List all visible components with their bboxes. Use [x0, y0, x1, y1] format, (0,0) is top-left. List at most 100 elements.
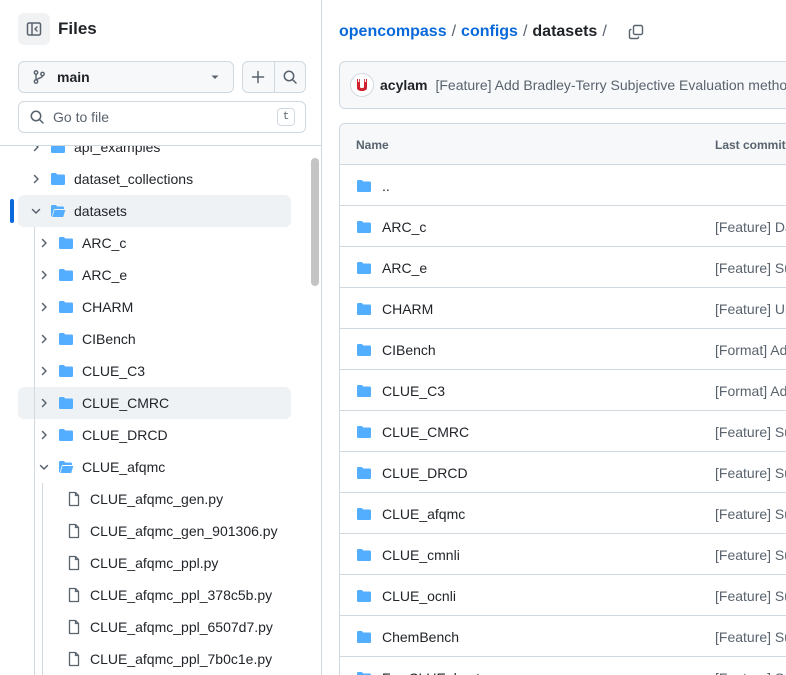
table-row[interactable]: CLUE_cmnli [Feature] Support [340, 534, 786, 575]
branch-selector-button[interactable]: main [18, 61, 234, 93]
tree-item-label: CLUE_afqmc [82, 459, 166, 475]
table-header: Name Last commit message [340, 124, 786, 165]
expand-toggle[interactable] [28, 146, 44, 155]
folder-icon-wrap [356, 424, 372, 440]
tree-item-folder[interactable]: ARC_e [0, 259, 310, 291]
folder-icon [51, 146, 65, 153]
table-row[interactable]: ChemBench [Feature] Support [340, 616, 786, 657]
table-row[interactable]: CLUE_ocnli [Feature] Support [340, 575, 786, 616]
tree-item-folder[interactable]: datasets [0, 195, 310, 227]
table-row[interactable]: ARC_e [Feature] Support [340, 247, 786, 288]
expand-toggle[interactable] [36, 331, 52, 347]
folder-icon-wrap [356, 506, 372, 522]
tree-item-folder[interactable]: ARC_c [0, 227, 310, 259]
last-commit-message[interactable]: [Format] Add [715, 342, 786, 358]
tree-item-folder[interactable]: api_examples [0, 146, 310, 163]
tree-item-folder[interactable]: CLUE_CMRC [0, 387, 310, 419]
collapse-sidebar-button[interactable] [18, 13, 50, 45]
breadcrumb-repo-link[interactable]: opencompass [339, 23, 447, 41]
chevron-right-icon [41, 238, 47, 248]
expand-toggle[interactable] [36, 459, 52, 475]
folder-icon [59, 269, 73, 281]
last-commit-message[interactable]: [Feature] Support [715, 260, 786, 276]
directory-link[interactable]: FewCLUE_bustm [382, 670, 492, 675]
tree-item-folder[interactable]: CLUE_DRCD [0, 419, 310, 451]
table-row[interactable]: FewCLUE_bustm [Feature] Support [340, 657, 786, 675]
breadcrumb-configs-link[interactable]: configs [461, 23, 518, 41]
last-commit-message[interactable]: [Feature] Support [715, 629, 786, 645]
breadcrumb: opencompass / configs / datasets / [339, 20, 648, 44]
last-commit-message[interactable]: [Feature] Support [715, 424, 786, 440]
table-row[interactable]: CLUE_C3 [Format] Add [340, 370, 786, 411]
git-branch-icon [33, 70, 45, 84]
table-row[interactable]: CLUE_afqmc [Feature] Support [340, 493, 786, 534]
expand-toggle[interactable] [36, 235, 52, 251]
folder-icon-wrap [58, 363, 74, 379]
table-row[interactable]: ARC_c [Feature] Dataset [340, 206, 786, 247]
directory-link[interactable]: CLUE_C3 [382, 383, 445, 399]
avatar[interactable] [350, 73, 374, 97]
folder-icon-wrap [356, 178, 372, 194]
add-file-button[interactable] [243, 62, 274, 92]
last-commit-message[interactable]: [Feature] Update [715, 301, 786, 317]
last-commit-message[interactable]: [Format] Add [715, 383, 786, 399]
folder-icon [357, 180, 371, 192]
tree-item-file[interactable]: CLUE_afqmc_ppl_7b0c1e.py [0, 643, 310, 675]
directory-link[interactable]: CLUE_ocnli [382, 588, 456, 604]
directory-link[interactable]: CLUE_cmnli [382, 547, 460, 563]
expand-toggle[interactable] [36, 299, 52, 315]
file-tree-sidebar: Files main t [0, 0, 322, 675]
last-commit-message[interactable]: [Feature] Support [715, 506, 786, 522]
copy-path-button[interactable] [624, 20, 648, 44]
tree-item-folder[interactable]: CHARM [0, 291, 310, 323]
directory-link[interactable]: CLUE_CMRC [382, 424, 469, 440]
tree-item-folder[interactable]: CIBench [0, 323, 310, 355]
tree-item-file[interactable]: CLUE_afqmc_ppl_378c5b.py [0, 579, 310, 611]
expand-toggle[interactable] [28, 171, 44, 187]
expand-toggle[interactable] [36, 427, 52, 443]
go-to-file-input[interactable] [53, 109, 277, 125]
table-row[interactable]: .. [340, 165, 786, 206]
tree-item-file[interactable]: CLUE_afqmc_ppl_6507d7.py [0, 611, 310, 643]
directory-link[interactable]: CHARM [382, 301, 433, 317]
folder-icon [59, 429, 73, 441]
expand-toggle[interactable] [36, 395, 52, 411]
directory-link[interactable]: ChemBench [382, 629, 459, 645]
folder-icon-wrap [58, 427, 74, 443]
folder-icon [357, 221, 371, 233]
last-commit-message[interactable]: [Feature] Support [715, 465, 786, 481]
directory-link[interactable]: CLUE_DRCD [382, 465, 468, 481]
tree-item-label: ARC_e [82, 267, 128, 283]
directory-link[interactable]: CIBench [382, 342, 436, 358]
tree-item-file[interactable]: CLUE_afqmc_ppl.py [0, 547, 310, 579]
folder-icon-wrap [356, 342, 372, 358]
tree-item-folder[interactable]: dataset_collections [0, 163, 310, 195]
tree-item-file[interactable]: CLUE_afqmc_gen.py [0, 483, 310, 515]
last-commit-message[interactable]: [Feature] Support [715, 588, 786, 604]
last-commit-message[interactable]: [Feature] Support [715, 547, 786, 563]
tree-scrollbar[interactable] [311, 158, 319, 286]
go-to-file-field[interactable]: t [18, 101, 306, 133]
tree-item-folder[interactable]: CLUE_afqmc [0, 451, 310, 483]
tree-item-label: CLUE_CMRC [82, 395, 170, 411]
expand-toggle[interactable] [28, 203, 44, 219]
last-commit-message[interactable]: [Feature] Support [715, 670, 786, 675]
directory-link[interactable]: ARC_e [382, 260, 427, 276]
directory-link[interactable]: CLUE_afqmc [382, 506, 465, 522]
last-commit-message[interactable]: [Feature] Dataset [715, 219, 786, 235]
expand-toggle[interactable] [36, 267, 52, 283]
tree-indent-guide [42, 483, 43, 515]
tree-item-folder[interactable]: CLUE_C3 [0, 355, 310, 387]
search-files-button[interactable] [273, 62, 305, 92]
tree-item-file[interactable]: CLUE_afqmc_gen_901306.py [0, 515, 310, 547]
table-row[interactable]: CLUE_CMRC [Feature] Support [340, 411, 786, 452]
parent-directory-link[interactable]: .. [382, 178, 390, 194]
table-row[interactable]: CLUE_DRCD [Feature] Support [340, 452, 786, 493]
commit-author[interactable]: acylam [380, 77, 427, 93]
directory-link[interactable]: ARC_c [382, 219, 426, 235]
commit-message[interactable]: [Feature] Add Bradley-Terry Subjective E… [435, 77, 786, 93]
table-row[interactable]: CHARM [Feature] Update [340, 288, 786, 329]
keyboard-shortcut-hint: t [277, 108, 295, 126]
table-row[interactable]: CIBench [Format] Add [340, 329, 786, 370]
expand-toggle[interactable] [36, 363, 52, 379]
